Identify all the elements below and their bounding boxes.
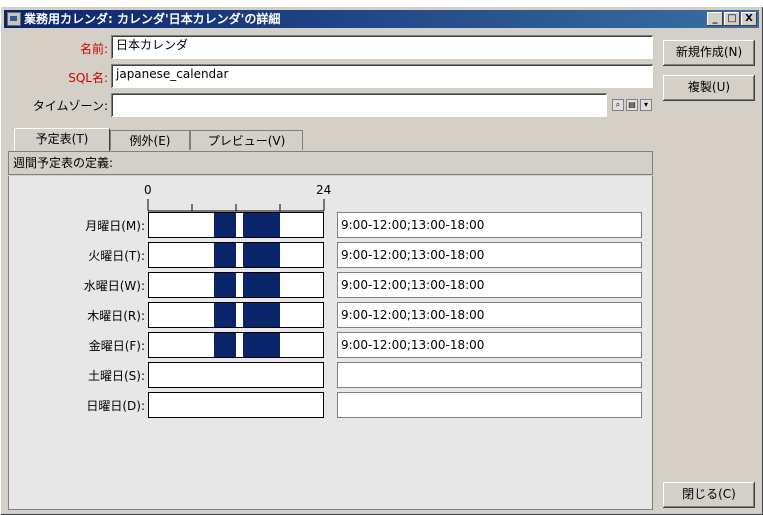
title-bar: 業務用カレンダ: カレンダ'日本カレンダ'の詳細 _ □ X <box>4 10 759 28</box>
name-field[interactable]: 日本カレンダ <box>111 35 653 59</box>
day-time-bar[interactable] <box>148 332 324 358</box>
window-title: 業務用カレンダ: カレンダ'日本カレンダ'の詳細 <box>24 12 281 26</box>
day-label: 月曜日(M): <box>85 219 145 233</box>
day-time-bar[interactable] <box>148 302 324 328</box>
day-label: 日曜日(D): <box>86 399 145 413</box>
scale-end: 24 <box>316 183 332 197</box>
day-label: 金曜日(F): <box>88 339 145 353</box>
work-period-block[interactable] <box>214 333 236 357</box>
day-time-bar[interactable] <box>148 272 324 298</box>
app-icon <box>7 12 21 26</box>
day-schedule-field[interactable]: 9:00-12:00;13:00-18:00 <box>337 242 642 268</box>
day-schedule-field[interactable]: 9:00-12:00;13:00-18:00 <box>337 272 642 298</box>
work-period-block[interactable] <box>214 303 236 327</box>
close-window-button[interactable]: X <box>741 12 757 26</box>
hour-scale <box>147 199 325 212</box>
day-schedule-field[interactable]: 9:00-12:00;13:00-18:00 <box>337 302 642 328</box>
day-schedule-field[interactable] <box>337 362 642 388</box>
new-button[interactable]: 新規作成(N) <box>663 40 755 66</box>
day-schedule-field[interactable] <box>337 392 642 418</box>
day-time-bar[interactable] <box>148 242 324 268</box>
work-period-block[interactable] <box>243 243 280 267</box>
day-label: 水曜日(W): <box>83 279 145 293</box>
duplicate-button[interactable]: 複製(U) <box>663 75 755 101</box>
calendar-icon[interactable]: ▤ <box>626 99 638 111</box>
minimize-button[interactable]: _ <box>707 12 723 26</box>
day-schedule-field[interactable]: 9:00-12:00;13:00-18:00 <box>337 212 642 238</box>
day-time-bar[interactable] <box>148 362 324 388</box>
sqlname-field[interactable]: japanese_calendar <box>111 64 653 88</box>
scale-start: 0 <box>144 183 152 197</box>
day-label: 木曜日(R): <box>87 309 145 323</box>
timezone-field[interactable] <box>111 93 607 117</box>
close-button[interactable]: 閉じる(C) <box>663 482 755 508</box>
sqlname-label: SQL名: <box>68 71 108 85</box>
tab-exceptions[interactable]: 例外(E) <box>110 130 190 150</box>
day-schedule-field[interactable]: 9:00-12:00;13:00-18:00 <box>337 332 642 358</box>
work-period-block[interactable] <box>243 273 280 297</box>
day-time-bar[interactable] <box>148 212 324 238</box>
section-title: 週間予定表の定義: <box>8 151 653 175</box>
timezone-label: タイムゾーン: <box>32 99 108 113</box>
work-period-block[interactable] <box>243 333 280 357</box>
tab-schedule[interactable]: 予定表(T) <box>14 128 110 152</box>
day-label: 土曜日(S): <box>87 369 145 383</box>
name-label: 名前: <box>79 42 108 56</box>
tab-preview[interactable]: プレビュー(V) <box>190 130 303 150</box>
dropdown-arrow-icon[interactable]: ▾ <box>640 99 652 111</box>
day-label: 火曜日(T): <box>88 249 145 263</box>
work-period-block[interactable] <box>214 273 236 297</box>
work-period-block[interactable] <box>243 213 280 237</box>
maximize-button[interactable]: □ <box>724 12 740 26</box>
work-period-block[interactable] <box>214 243 236 267</box>
work-period-block[interactable] <box>214 213 236 237</box>
day-time-bar[interactable] <box>148 392 324 418</box>
search-icon[interactable]: ⌕ <box>612 99 624 111</box>
work-period-block[interactable] <box>243 303 280 327</box>
